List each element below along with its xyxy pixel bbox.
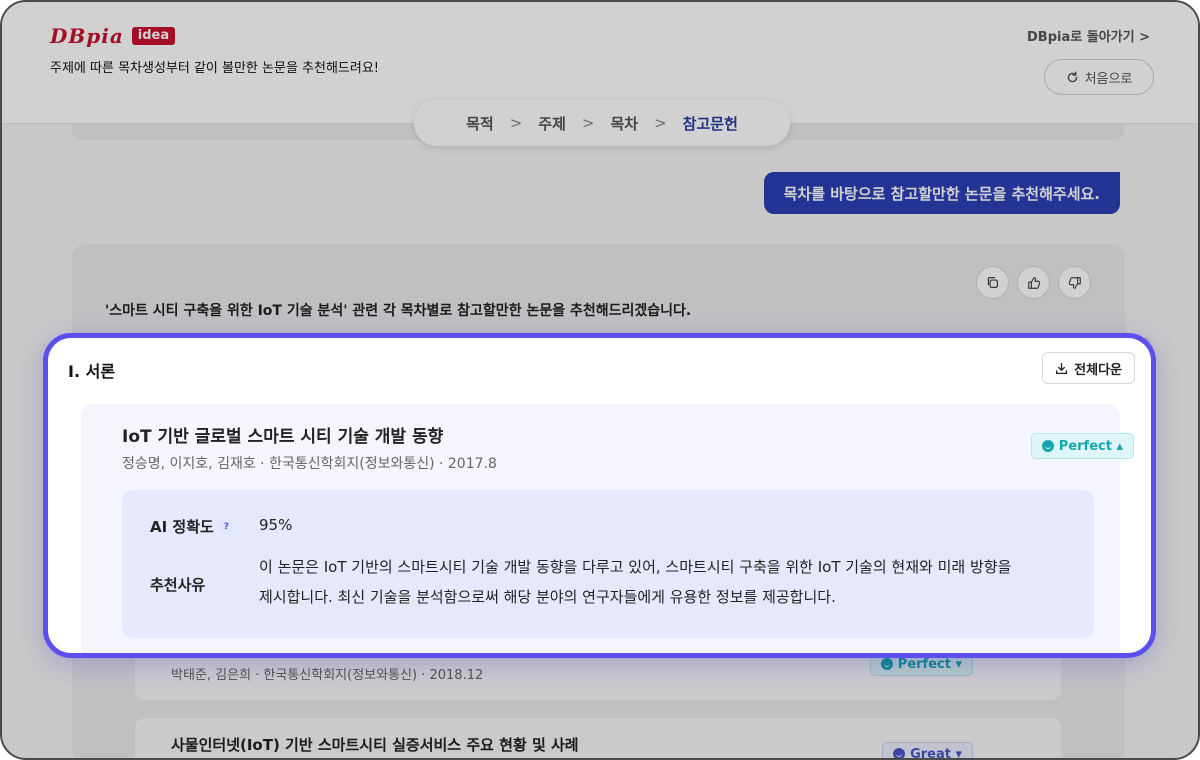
reason-line: 이 논문은 IoT 기반의 스마트시티 기술 개발 동향을 다루고 있어, 스마… — [259, 558, 1012, 576]
user-message-bubble: 목차를 바탕으로 참고할만한 논문을 추천해주세요. — [763, 172, 1120, 214]
reason-line: 제시합니다. 최신 기술을 분석함으로써 해당 분야의 연구자들에게 유용한 정… — [259, 588, 836, 606]
restart-button[interactable]: 처음으로 — [1044, 59, 1154, 95]
badge-label: Great ▾ — [910, 746, 962, 760]
copy-button[interactable] — [976, 266, 1009, 299]
smile-icon — [893, 748, 906, 758]
help-icon[interactable]: ? — [219, 521, 233, 534]
download-icon — [1056, 362, 1068, 374]
logo-idea-badge: idea — [131, 27, 176, 45]
bot-intro-text: '스마트 시티 구축을 위한 IoT 기술 분석' 관련 각 목차별로 참고할만… — [105, 303, 692, 319]
badge-label: Perfect ▾ — [897, 656, 962, 672]
ai-accuracy-label: AI 정확도? — [150, 516, 233, 537]
dbpia-logo[interactable]: DBpia idea — [50, 24, 176, 48]
badge-label: Perfect ▴ — [1058, 438, 1123, 454]
section-title: I. 서론 — [68, 362, 116, 381]
logo-wordmark: DBpia — [50, 24, 124, 48]
paper-meta: 박태준, 김은희 · 한국통신학회지(정보와통신) · 2018.12 — [171, 668, 484, 683]
thumbs-up-icon — [1027, 276, 1040, 289]
step-separator: > — [654, 114, 667, 132]
step-topic[interactable]: 주제 — [538, 113, 566, 134]
thumbs-down-button[interactable] — [1058, 266, 1091, 299]
back-to-dbpia-link[interactable]: DBpia로 돌아가기 > — [1027, 26, 1150, 45]
paper-card[interactable]: 사물인터넷(IoT) 기반 스마트시티 실증서비스 주요 현황 및 사례 Gre… — [135, 718, 1061, 760]
step-toc[interactable]: 목차 — [610, 113, 638, 134]
step-navigator: 목적 > 주제 > 목차 > 참고문헌 — [414, 100, 790, 146]
thumbs-up-button[interactable] — [1017, 266, 1050, 299]
restart-label: 처음으로 — [1084, 71, 1133, 87]
step-references[interactable]: 참고문헌 — [683, 113, 738, 134]
paper-title: 사물인터넷(IoT) 기반 스마트시티 실증서비스 주요 현황 및 사례 — [171, 736, 579, 754]
step-separator: > — [581, 114, 595, 132]
match-badge-great[interactable]: Great ▾ — [882, 742, 973, 760]
reason-text: 이 논문은 IoT 기반의 스마트시티 기술 개발 동향을 다루고 있어, 스마… — [259, 552, 1011, 612]
smile-icon — [880, 658, 893, 670]
app-window: DBpia idea 주제에 따른 목차생성부터 같이 볼만한 논문을 추천해드… — [0, 0, 1200, 760]
ai-accuracy-value: 95% — [259, 516, 293, 534]
step-separator: > — [509, 114, 523, 132]
download-all-button[interactable]: 전체다운 — [1042, 352, 1135, 384]
response-actions — [976, 266, 1091, 299]
thumbs-down-icon — [1068, 276, 1081, 289]
refresh-icon — [1067, 70, 1077, 82]
tagline: 주제에 따른 목차생성부터 같이 볼만한 논문을 추천해드려요! — [50, 61, 380, 76]
smile-icon — [1041, 440, 1054, 452]
recommendation-detail: AI 정확도? 95% 추천사유 이 논문은 IoT 기반의 스마트시티 기술 … — [122, 490, 1094, 638]
paper-meta: 정승명, 이지호, 김재호 · 한국통신학회지(정보와통신) · 2017.8 — [122, 456, 497, 472]
step-purpose[interactable]: 목적 — [466, 113, 494, 134]
paper-title[interactable]: IoT 기반 글로벌 스마트 시티 기술 개발 동향 — [122, 422, 443, 447]
paper-card[interactable]: IoT 기반 글로벌 스마트 시티 기술 개발 동향 정승명, 이지호, 김재호… — [81, 404, 1134, 653]
ai-accuracy-label-text: AI 정확도 — [150, 518, 214, 536]
match-badge-perfect[interactable]: Perfect ▴ — [1030, 433, 1134, 459]
download-label: 전체다운 — [1074, 362, 1122, 378]
focused-section-card: I. 서론 전체다운 IoT 기반 글로벌 스마트 시티 기술 개발 동향 정승… — [43, 333, 1156, 658]
reason-label: 추천사유 — [150, 576, 206, 594]
copy-icon — [987, 277, 998, 288]
